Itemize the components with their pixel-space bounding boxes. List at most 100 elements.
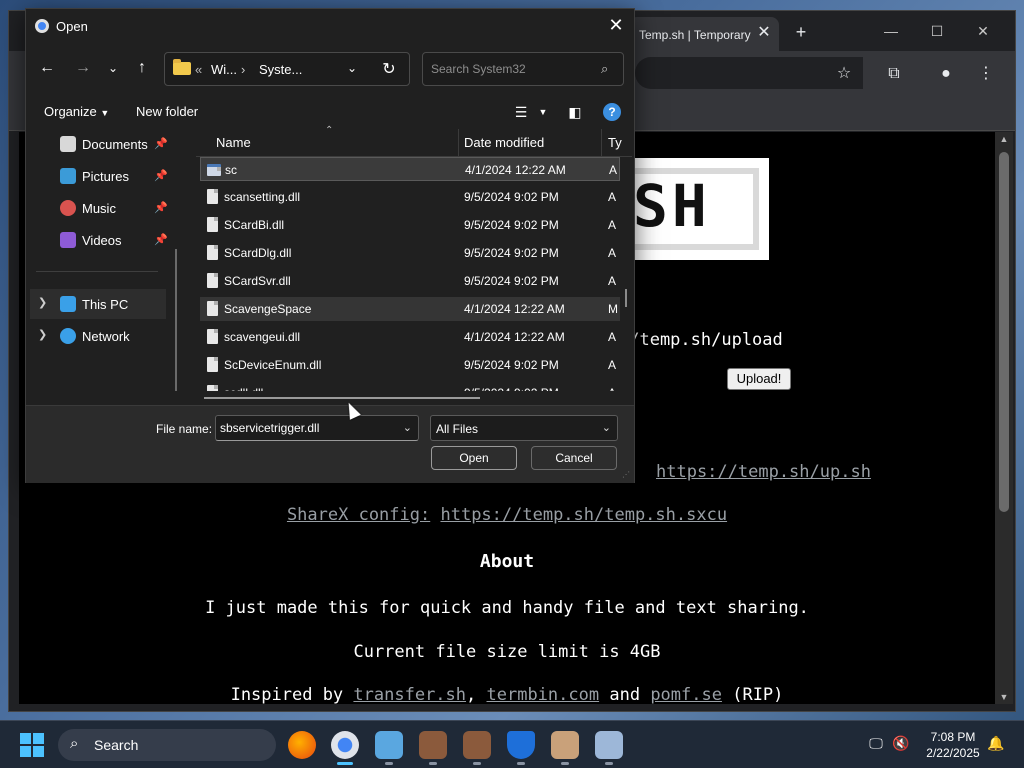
organize-button[interactable]: Organize ▼ bbox=[44, 104, 109, 119]
tab-temp-sh[interactable]: Temp.sh | Temporary ✕ bbox=[629, 17, 779, 51]
preview-pane-icon[interactable]: ◧ bbox=[566, 103, 584, 121]
file-row[interactable]: SCardSvr.dll 9/5/2024 9:02 PM A bbox=[200, 269, 620, 293]
extensions-icon[interactable]: ⧉ bbox=[883, 63, 905, 85]
file-icon bbox=[207, 189, 218, 204]
app-installer-icon[interactable] bbox=[463, 731, 491, 765]
transfer-sh-link[interactable]: transfer.sh bbox=[353, 685, 466, 705]
file-type: A bbox=[608, 274, 617, 288]
about-heading: About bbox=[479, 551, 535, 572]
pin-icon: 📌 bbox=[154, 170, 168, 182]
dialog-close-icon[interactable]: ✕ bbox=[606, 15, 626, 35]
scrollbar-thumb[interactable] bbox=[999, 152, 1009, 512]
search-input[interactable] bbox=[423, 53, 593, 85]
breadcrumb-separator-icon: › bbox=[241, 62, 246, 77]
file-list-scrollbar[interactable] bbox=[625, 289, 627, 307]
file-row[interactable]: sc 4/1/2024 12:22 AM A bbox=[200, 157, 620, 181]
sharex-label[interactable]: ShareX config: bbox=[287, 505, 430, 525]
path-bar[interactable]: « Wi... › Syste... ⌄ ↻ bbox=[164, 52, 410, 86]
sharex-link[interactable]: https://temp.sh/temp.sh.sxcu bbox=[440, 505, 727, 525]
clock[interactable]: 7:08 PM 2/22/2025 bbox=[918, 729, 988, 761]
file-row[interactable]: scdll.dll 9/5/2024 9:02 PM A bbox=[200, 381, 620, 391]
file-name: scansetting.dll bbox=[224, 190, 301, 204]
users-icon[interactable] bbox=[551, 731, 579, 765]
upsh-link[interactable]: https://temp.sh/up.sh bbox=[656, 462, 871, 482]
dialog-title: Open bbox=[56, 19, 88, 34]
column-name[interactable]: Name bbox=[216, 135, 251, 150]
notification-bell-icon[interactable]: 🔔 bbox=[987, 735, 1005, 753]
taskbar-search[interactable]: ⌕ Search bbox=[58, 729, 276, 761]
nav-item-music[interactable]: Music 📌 bbox=[30, 193, 168, 223]
expand-chevron-icon[interactable]: ❯ bbox=[38, 296, 47, 309]
cancel-button[interactable]: Cancel bbox=[531, 446, 617, 470]
volume-muted-icon[interactable]: 🔇 bbox=[892, 735, 910, 753]
nav-item-pictures[interactable]: Pictures 📌 bbox=[30, 161, 168, 191]
path-dropdown-icon[interactable]: ⌄ bbox=[347, 61, 363, 75]
column-type[interactable]: Ty bbox=[608, 135, 622, 150]
nav-item-network[interactable]: ❯ Network bbox=[30, 321, 166, 351]
nav-item-videos[interactable]: Videos 📌 bbox=[30, 225, 168, 255]
app-installer-icon[interactable] bbox=[419, 731, 447, 765]
recent-locations-chevron-icon[interactable]: ⌄ bbox=[102, 57, 124, 79]
system-config-icon[interactable] bbox=[595, 731, 623, 765]
nav-item-documents[interactable]: Documents 📌 bbox=[30, 129, 168, 159]
chevron-down-icon[interactable]: ⌄ bbox=[403, 421, 412, 434]
menu-kebab-icon[interactable]: ⋮ bbox=[975, 63, 997, 85]
nav-item-this-pc[interactable]: ❯ This PC bbox=[30, 289, 166, 319]
file-type: A bbox=[608, 358, 617, 372]
pictures-icon bbox=[60, 168, 76, 184]
termbin-link[interactable]: termbin.com bbox=[487, 685, 600, 705]
file-type-select[interactable]: All Files ⌄ bbox=[430, 415, 618, 441]
file-name-field[interactable]: ⌄ bbox=[215, 415, 419, 441]
back-arrow-icon[interactable]: ← bbox=[36, 57, 58, 79]
pomf-link[interactable]: pomf.se bbox=[650, 685, 722, 705]
chrome-icon[interactable] bbox=[331, 731, 359, 765]
clock-time: 7:08 PM bbox=[930, 730, 976, 744]
breadcrumb-windows[interactable]: Wi... bbox=[211, 62, 237, 77]
file-row[interactable]: ScDeviceEnum.dll 9/5/2024 9:02 PM A bbox=[200, 353, 620, 377]
nav-pane-scrollbar[interactable] bbox=[175, 249, 177, 391]
command-bar: Organize ▼ New folder ☰ ▼ ◧ ? bbox=[26, 95, 634, 129]
start-button[interactable] bbox=[20, 733, 44, 757]
search-box[interactable]: ⌕ bbox=[422, 52, 624, 86]
file-row[interactable]: scansetting.dll 9/5/2024 9:02 PM A bbox=[200, 185, 620, 209]
tab-close-icon[interactable]: ✕ bbox=[755, 24, 773, 42]
file-name-input[interactable] bbox=[216, 416, 396, 440]
file-row[interactable]: SCardBi.dll 9/5/2024 9:02 PM A bbox=[200, 213, 620, 237]
breadcrumb-overflow[interactable]: « bbox=[195, 62, 202, 77]
breadcrumb-system32[interactable]: Syste... bbox=[259, 62, 302, 77]
file-row[interactable]: scavengeui.dll 4/1/2024 12:22 AM A bbox=[200, 325, 620, 349]
minimize-icon[interactable]: — bbox=[879, 21, 903, 41]
maximize-icon[interactable]: ☐ bbox=[925, 21, 949, 41]
address-bar[interactable] bbox=[635, 57, 863, 89]
up-arrow-icon[interactable]: ↑ bbox=[131, 57, 153, 79]
scroll-down-icon[interactable]: ▼ bbox=[995, 692, 1013, 702]
page-scrollbar[interactable]: ▲ ▼ bbox=[995, 132, 1013, 704]
column-divider[interactable] bbox=[458, 129, 459, 157]
view-dropdown-icon[interactable]: ▼ bbox=[534, 103, 552, 121]
network-tray-icon[interactable]: 🖵 bbox=[867, 735, 885, 753]
firefox-icon[interactable] bbox=[288, 731, 316, 759]
bookmark-star-icon[interactable]: ☆ bbox=[833, 63, 855, 85]
file-row[interactable]: SCardDlg.dll 9/5/2024 9:02 PM A bbox=[200, 241, 620, 265]
help-icon[interactable]: ? bbox=[603, 103, 621, 121]
file-row[interactable]: ScavengeSpace 4/1/2024 12:22 AM M bbox=[200, 297, 620, 321]
expand-chevron-icon[interactable]: ❯ bbox=[38, 328, 47, 341]
refresh-icon[interactable]: ↻ bbox=[379, 59, 399, 79]
new-folder-button[interactable]: New folder bbox=[136, 104, 198, 119]
file-type: A bbox=[608, 190, 617, 204]
upload-button[interactable]: Upload! bbox=[727, 368, 791, 390]
profile-icon[interactable]: ● bbox=[935, 63, 957, 85]
control-panel-icon[interactable] bbox=[375, 731, 403, 765]
view-options-icon[interactable]: ☰ bbox=[512, 103, 530, 121]
close-window-icon[interactable]: ✕ bbox=[971, 21, 995, 41]
shield-icon[interactable] bbox=[507, 731, 535, 765]
forward-arrow-icon[interactable]: → bbox=[72, 57, 94, 79]
open-button[interactable]: Open bbox=[431, 446, 517, 470]
column-date-modified[interactable]: Date modified bbox=[464, 135, 544, 150]
pin-icon: 📌 bbox=[154, 138, 168, 150]
column-divider[interactable] bbox=[601, 129, 602, 157]
horizontal-scrollbar[interactable] bbox=[204, 397, 480, 399]
scroll-up-icon[interactable]: ▲ bbox=[995, 134, 1013, 144]
resize-grip-icon[interactable]: ⋰ bbox=[622, 470, 630, 479]
new-tab-button[interactable]: + bbox=[791, 23, 811, 43]
